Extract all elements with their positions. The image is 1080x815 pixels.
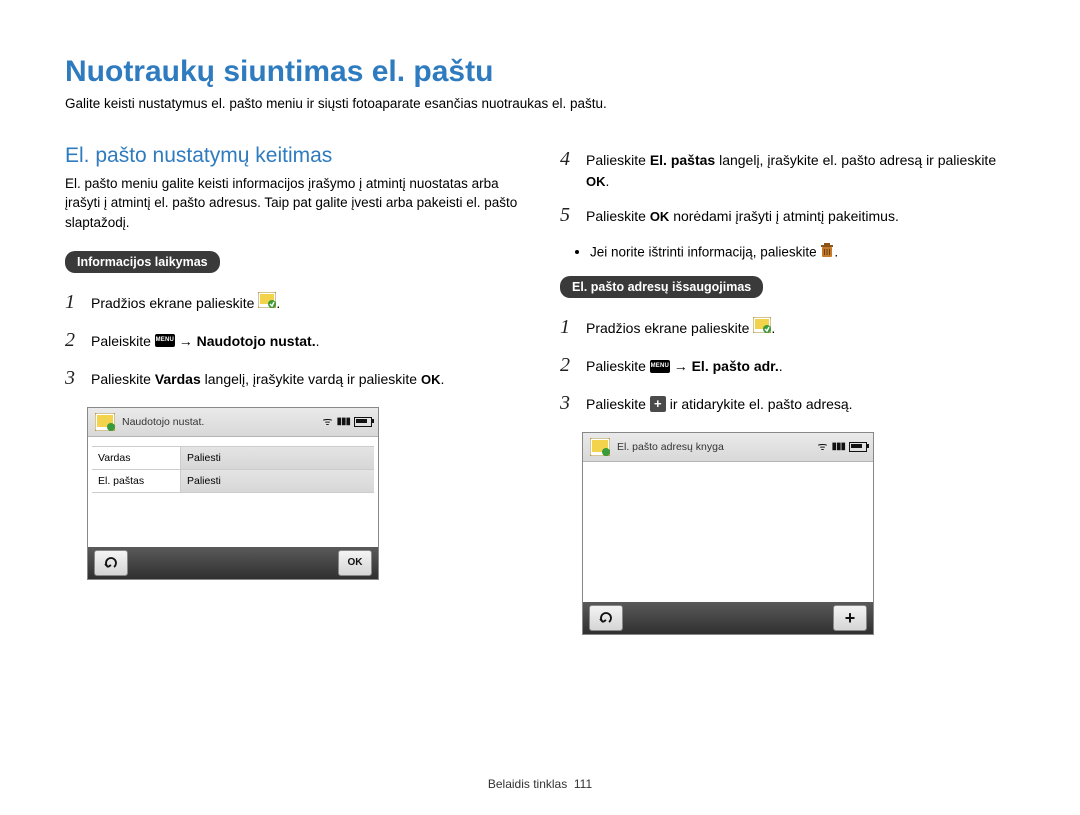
step-text: Palieskite OK norėdami įrašyti į atmintį… — [586, 206, 1015, 227]
step-number: 4 — [560, 144, 586, 174]
status-icons: ᯤ ▮▮▮ — [817, 439, 867, 454]
step-number: 1 — [560, 312, 586, 342]
device-footer: + — [583, 602, 873, 634]
step-text: Pradžios ekrane palieskite . — [91, 293, 520, 315]
step-text: Palieskite El. paštas langelį, įrašykite… — [586, 150, 1015, 192]
sub-bullets: Jei norite ištrinti informaciją, paliesk… — [590, 244, 1015, 262]
pill-info-storage: Informacijos laikymas — [65, 251, 220, 273]
device-screenshot-user-settings: Naudotojo nustat. ᯤ ▮▮▮ Vardas Paliesti … — [87, 407, 379, 580]
pill-email-save: El. pašto adresų išsaugojimas — [560, 276, 763, 298]
step-text: Palieskite Vardas langelį, įrašykite var… — [91, 369, 520, 390]
sub-bullet: Jei norite ištrinti informaciją, paliesk… — [590, 244, 1015, 262]
left-column: El. pašto nustatymų keitimas El. pašto m… — [65, 144, 520, 635]
app-email-icon — [753, 317, 771, 339]
device-body: Vardas Paliesti El. paštas Paliesti — [88, 437, 378, 547]
steps-right-top: 4 Palieskite El. paštas langelį, įrašyki… — [560, 144, 1015, 230]
step-number: 2 — [65, 325, 91, 355]
section-title: El. pašto nustatymų keitimas — [65, 144, 520, 168]
step-number: 3 — [65, 363, 91, 393]
step-number: 3 — [560, 388, 586, 418]
trash-icon — [820, 243, 834, 261]
ok-icon: OK — [586, 174, 606, 189]
wifi-icon: ᯤ — [817, 439, 827, 454]
row-value-input[interactable]: Paliesti — [180, 470, 374, 492]
step-number: 5 — [560, 200, 586, 230]
device-footer: OK — [88, 547, 378, 579]
device-header: Naudotojo nustat. ᯤ ▮▮▮ — [88, 408, 378, 437]
battery-icon — [354, 417, 372, 427]
step-text: Palieskite MENU → El. pašto adr.. — [586, 356, 1015, 377]
back-button[interactable] — [94, 550, 128, 576]
battery-icon — [849, 442, 867, 452]
table-row: El. paštas Paliesti — [92, 469, 374, 493]
status-icons: ᯤ ▮▮▮ — [322, 414, 372, 429]
device-screenshot-address-book: El. pašto adresų knyga ᯤ ▮▮▮ + — [582, 432, 874, 635]
page-title: Nuotraukų siuntimas el. paštu — [65, 55, 1015, 89]
device-header: El. pašto adresų knyga ᯤ ▮▮▮ — [583, 433, 873, 462]
table-row: Vardas Paliesti — [92, 446, 374, 470]
ok-icon: OK — [421, 372, 441, 387]
section-description: El. pašto meniu galite keisti informacij… — [65, 174, 520, 233]
steps-right-bot: 1 Pradžios ekrane palieskite . 2 Paliesk… — [560, 312, 1015, 418]
app-email-icon — [589, 437, 611, 457]
row-label: Vardas — [92, 452, 180, 464]
plus-icon: + — [650, 396, 666, 412]
row-label: El. paštas — [92, 475, 180, 487]
right-column: 4 Palieskite El. paštas langelį, įrašyki… — [560, 144, 1015, 635]
back-icon — [598, 611, 614, 625]
app-email-icon — [94, 412, 116, 432]
menu-icon: MENU — [155, 334, 175, 347]
step-text: Paleiskite MENU → Naudotojo nustat.. — [91, 331, 520, 352]
signal-icon: ▮▮▮ — [336, 416, 350, 427]
device-title: El. pašto adresų knyga — [617, 441, 817, 453]
add-button[interactable]: + — [833, 605, 867, 631]
app-email-icon — [258, 292, 276, 314]
signal-icon: ▮▮▮ — [831, 441, 845, 452]
step-number: 2 — [560, 350, 586, 380]
step-text: Palieskite + ir atidarykite el. pašto ad… — [586, 394, 1015, 415]
page-footer: Belaidis tinklas 111 — [0, 777, 1080, 791]
back-button[interactable] — [589, 605, 623, 631]
page-subtitle: Galite keisti nustatymus el. pašto meniu… — [65, 95, 1015, 114]
ok-button[interactable]: OK — [338, 550, 372, 576]
device-body — [583, 462, 873, 602]
steps-left: 1 Pradžios ekrane palieskite . 2 Paleisk… — [65, 287, 520, 393]
row-value-input[interactable]: Paliesti — [180, 447, 374, 469]
wifi-icon: ᯤ — [322, 414, 332, 429]
device-title: Naudotojo nustat. — [122, 416, 322, 428]
menu-icon: MENU — [650, 360, 670, 373]
step-text: Pradžios ekrane palieskite . — [586, 318, 1015, 340]
ok-icon: OK — [650, 209, 670, 224]
step-number: 1 — [65, 287, 91, 317]
back-icon — [103, 556, 119, 570]
